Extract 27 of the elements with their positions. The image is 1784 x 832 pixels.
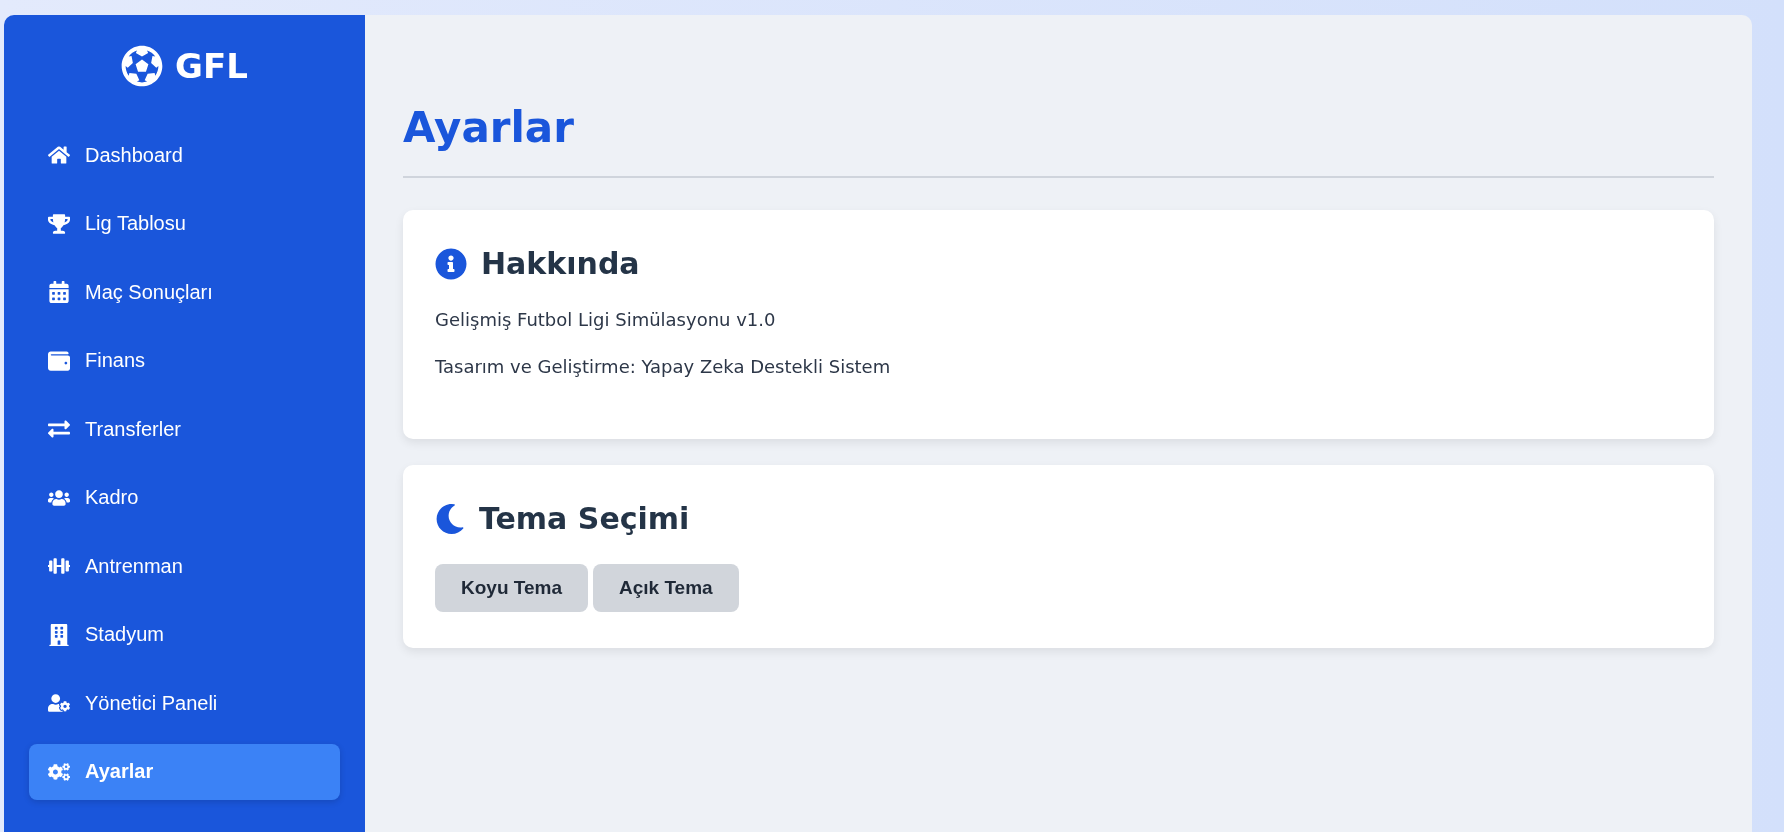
sidebar-item[interactable]: Antrenman bbox=[29, 538, 340, 594]
theme-button[interactable]: Açık Tema bbox=[593, 564, 739, 612]
wallet-icon bbox=[45, 349, 73, 372]
arrows-icon bbox=[45, 418, 73, 440]
info-icon bbox=[435, 247, 467, 280]
about-text: Tasarım ve Geliştirme: Yapay Zeka Destekli Sistem bbox=[435, 356, 892, 377]
moon-icon bbox=[435, 503, 465, 534]
theme-button[interactable]: Koyu Tema bbox=[435, 564, 588, 612]
sidebar-item[interactable]: Transferler bbox=[29, 401, 340, 457]
user-gear-icon bbox=[45, 692, 73, 714]
home-icon bbox=[45, 144, 73, 166]
sidebar-item[interactable]: Finans bbox=[29, 332, 340, 389]
dumbbell-icon bbox=[45, 555, 73, 577]
card-title: Tema Seçimi bbox=[479, 501, 690, 536]
brand-title: GFL bbox=[175, 46, 248, 86]
sidebar-item[interactable]: Dashboard bbox=[29, 127, 340, 183]
trophy-icon bbox=[45, 212, 73, 235]
page-title: Ayarlar bbox=[403, 103, 1714, 178]
card-title: Hakkında bbox=[481, 246, 640, 281]
sidebar-item[interactable]: Stadyum bbox=[29, 606, 340, 663]
gears-icon bbox=[45, 760, 73, 783]
sidebar-item[interactable]: Maç Sonuçları bbox=[29, 264, 340, 320]
sidebar-item[interactable]: Yönetici Paneli bbox=[29, 675, 340, 731]
sidebar-item[interactable]: Kadro bbox=[29, 469, 340, 526]
sidebar-item[interactable]: Ayarlar bbox=[29, 743, 340, 800]
about-text: Gelişmiş Futbol Ligi Simülasyonu v1.0 bbox=[435, 309, 777, 330]
sidebar-item[interactable]: Lig Tablosu bbox=[29, 195, 340, 252]
